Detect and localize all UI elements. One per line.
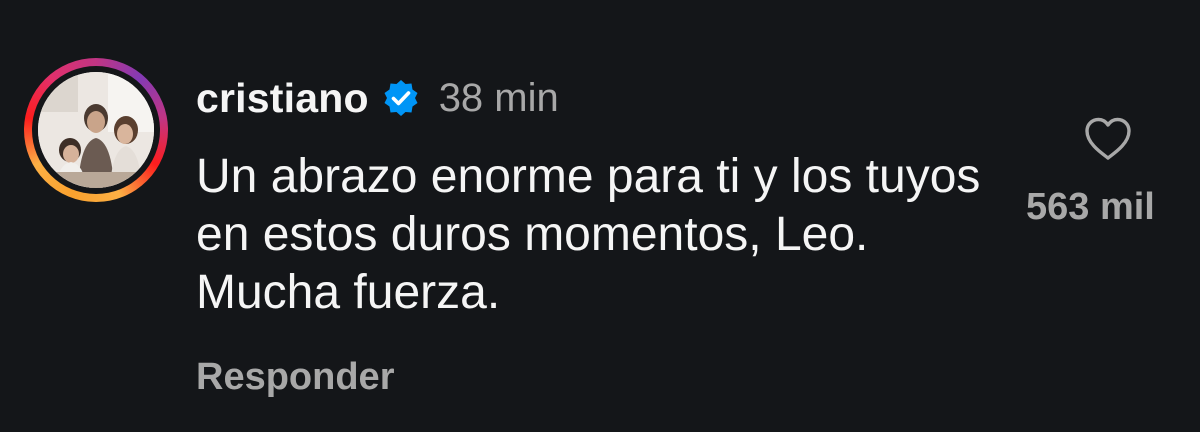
heart-outline-icon[interactable] xyxy=(1083,116,1133,162)
story-ring[interactable] xyxy=(24,58,168,202)
avatar[interactable] xyxy=(38,72,154,188)
like-count: 563 mil xyxy=(1026,186,1155,228)
comment-text: Un abrazo enorme para ti y los tuyos en … xyxy=(196,150,981,319)
comment-timestamp: 38 min xyxy=(438,75,559,120)
avatar-photo xyxy=(38,72,154,188)
verified-badge-icon xyxy=(384,80,418,116)
avatar-gap xyxy=(32,66,160,194)
reply-button[interactable]: Responder xyxy=(196,356,394,399)
comment-item: cristiano 38 min Un abrazo enorme para t… xyxy=(0,0,1200,432)
username[interactable]: cristiano xyxy=(196,75,369,122)
comment-header: cristiano 38 min xyxy=(196,68,559,128)
